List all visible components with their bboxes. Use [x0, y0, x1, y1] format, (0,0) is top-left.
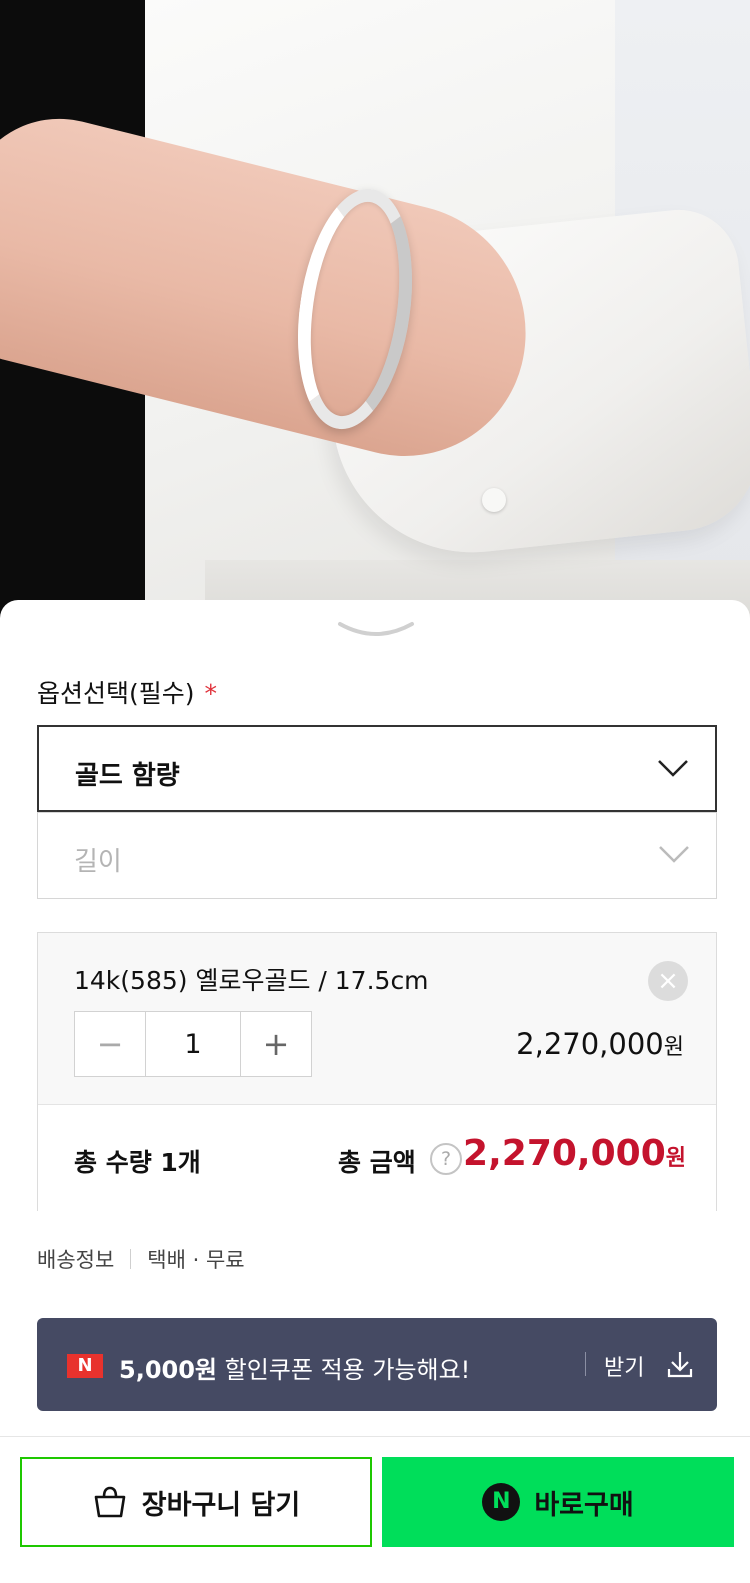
selected-option-name: 14k(585) 옐로우골드 / 17.5cm [74, 966, 429, 995]
total-amount-label: 총 금액 [338, 1148, 416, 1177]
total-amount: 2,270,000원 [463, 1133, 686, 1174]
shipping-label: 배송정보 [37, 1248, 115, 1272]
coupon-banner[interactable]: N 5,000원 할인쿠폰 적용 가능해요! 받기 [37, 1318, 717, 1411]
quantity-stepper: − 1 + [74, 1011, 312, 1077]
remove-option-button[interactable]: × [648, 961, 688, 1001]
coupon-message-text: 할인쿠폰 적용 가능해요! [217, 1356, 471, 1384]
total-amount-value: 2,270,000 [463, 1133, 666, 1174]
photo-shirt-button [482, 488, 506, 512]
chevron-down-icon [658, 760, 688, 777]
add-to-cart-label: 장바구니 담기 [141, 1489, 301, 1521]
quantity-input[interactable]: 1 [145, 1012, 241, 1076]
divider [130, 1249, 132, 1269]
gold-content-select[interactable]: 골드 함량 [37, 725, 717, 812]
quantity-decrease-button[interactable]: − [75, 1012, 145, 1076]
help-icon[interactable]: ? [430, 1143, 462, 1175]
selected-options-box: 14k(585) 옐로우골드 / 17.5cm × − 1 + 2,270,00… [37, 932, 717, 1211]
naver-pay-icon: N [482, 1483, 521, 1521]
naver-logo-icon: N [67, 1354, 103, 1378]
purchase-bar: 장바구니 담기 N 바로구매 [0, 1436, 750, 1583]
option-title-text: 옵션선택(필수) [37, 679, 195, 708]
option-price-value: 2,270,000 [516, 1027, 664, 1061]
gold-content-select-label: 골드 함량 [75, 761, 180, 791]
total-amount-unit: 원 [665, 1146, 686, 1171]
shopping-bag-icon [94, 1486, 126, 1518]
coupon-download-button[interactable]: 받기 [604, 1350, 644, 1382]
total-quantity: 총 수량 1개 [74, 1148, 201, 1177]
quantity-increase-button[interactable]: + [241, 1012, 311, 1076]
selected-option-item: 14k(585) 옐로우골드 / 17.5cm × − 1 + 2,270,00… [38, 933, 716, 1105]
coupon-message: 5,000원 할인쿠폰 적용 가능해요! [119, 1350, 470, 1385]
product-photo [0, 0, 750, 640]
length-select[interactable]: 길이 [37, 812, 717, 899]
option-section-title: 옵션선택(필수) * [37, 674, 217, 710]
chevron-down-icon [659, 846, 689, 863]
buy-now-label: 바로구매 [534, 1489, 634, 1521]
sheet-collapse-icon[interactable] [336, 618, 416, 640]
option-price: 2,270,000원 [516, 1027, 684, 1061]
length-select-label: 길이 [74, 847, 122, 877]
required-mark: * [204, 679, 218, 708]
shipping-info: 배송정보 택배 · 무료 [37, 1244, 245, 1274]
shipping-value: 택배 · 무료 [147, 1248, 245, 1272]
buy-now-button[interactable]: N 바로구매 [382, 1457, 734, 1547]
add-to-cart-button[interactable]: 장바구니 담기 [20, 1457, 372, 1547]
download-icon[interactable] [666, 1349, 694, 1379]
divider [585, 1352, 586, 1376]
option-bottom-sheet: 옵션선택(필수) * 골드 함량 길이 14k(585) 옐로우골드 / 17.5… [0, 600, 750, 1583]
option-price-unit: 원 [663, 1035, 684, 1060]
total-row: 총 수량 1개 총 금액 ? 2,270,000원 [38, 1105, 716, 1211]
coupon-amount: 5,000원 [119, 1356, 217, 1384]
